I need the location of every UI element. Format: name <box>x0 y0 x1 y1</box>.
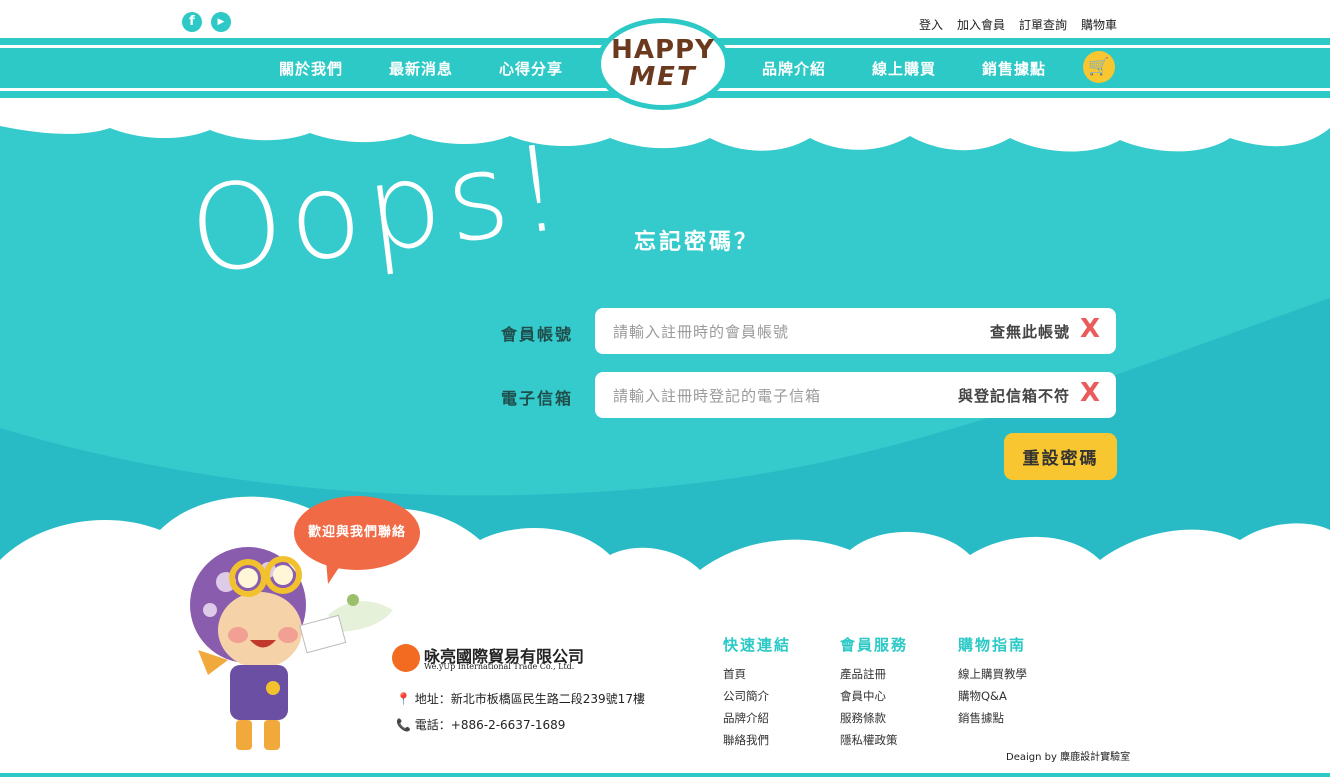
company-english-name: We.yUp International Trade Co., Ltd. <box>424 662 575 671</box>
footer-guide-title: 購物指南 <box>958 636 1027 654</box>
footer-link-buy-guide[interactable]: 線上購買教學 <box>958 666 1027 682</box>
nav-buy-online[interactable]: 線上購買 <box>872 58 936 79</box>
company-address: 📍 地址：新北市板橋區民生路二段239號17樓 <box>396 690 645 707</box>
join-member-link[interactable]: 加入會員 <box>957 16 1005 33</box>
youtube-icon[interactable]: ▶ <box>211 12 231 32</box>
footer-link-terms[interactable]: 服務條款 <box>840 710 886 726</box>
account-error-icon: X <box>1079 314 1100 344</box>
footer-link-home[interactable]: 首頁 <box>723 666 746 682</box>
order-query-link[interactable]: 訂單查詢 <box>1019 16 1067 33</box>
footer-link-product-register[interactable]: 產品註冊 <box>840 666 886 682</box>
email-error: 與登記信箱不符 <box>957 387 1070 405</box>
footer-link-company[interactable]: 公司簡介 <box>723 688 769 704</box>
phone-text: 電話：+886-2-6637-1689 <box>414 718 566 732</box>
contact-speech-bubble: 歡迎與我們聯絡 <box>294 496 420 570</box>
account-label: 會員帳號 <box>501 325 574 344</box>
footer-link-faq[interactable]: 購物Q&A <box>958 688 1007 704</box>
email-input[interactable] <box>611 372 945 420</box>
nav-brand[interactable]: 品牌介紹 <box>762 58 826 79</box>
forgot-password-title: 忘記密碼？ <box>634 230 760 255</box>
logo-line1: HAPPY <box>611 35 715 65</box>
cart-icon[interactable]: 🛒 <box>1083 51 1115 83</box>
footer-quick-title: 快速連結 <box>723 636 792 654</box>
cart-link[interactable]: 購物車 <box>1081 16 1117 33</box>
account-field: 查無此帳號 X <box>595 308 1116 356</box>
nav-about[interactable]: 關於我們 <box>279 58 343 79</box>
footer-link-contact[interactable]: 聯絡我們 <box>723 732 769 748</box>
footer-link-member-center[interactable]: 會員中心 <box>840 688 886 704</box>
logo-line2: MET <box>629 62 697 92</box>
account-input[interactable] <box>611 308 945 356</box>
footer-link-brand[interactable]: 品牌介紹 <box>723 710 769 726</box>
location-pin-icon: 📍 <box>396 692 411 706</box>
mascot-illustration <box>190 547 393 750</box>
account-error: 查無此帳號 <box>989 323 1070 341</box>
top-links: 登入 加入會員 訂單查詢 購物車 <box>919 16 1117 33</box>
footer-link-privacy[interactable]: 隱私權政策 <box>840 732 898 748</box>
design-credit: Deaign by 麋鹿設計實驗室 <box>1006 752 1131 763</box>
bottom-line <box>0 773 1330 777</box>
footer-member-title: 會員服務 <box>840 636 909 654</box>
nav-news[interactable]: 最新消息 <box>389 58 453 79</box>
phone-icon: 📞 <box>396 718 411 732</box>
address-text: 地址：新北市板橋區民生路二段239號17樓 <box>414 692 645 706</box>
nav-sharing[interactable]: 心得分享 <box>499 58 563 79</box>
email-error-icon: X <box>1079 378 1100 408</box>
email-label: 電子信箱 <box>501 389 574 408</box>
happy-met-logo[interactable]: HAPPY MET <box>596 18 730 110</box>
login-link[interactable]: 登入 <box>919 16 943 33</box>
footer-link-stores[interactable]: 銷售據點 <box>958 710 1004 726</box>
reset-password-button[interactable]: 重設密碼 <box>1004 433 1117 480</box>
bubble-tail <box>326 560 344 584</box>
company-logo <box>392 644 420 672</box>
email-field: 與登記信箱不符 X <box>595 372 1116 420</box>
company-phone: 📞 電話：+886-2-6637-1689 <box>396 716 565 733</box>
nav-stores[interactable]: 銷售據點 <box>982 58 1046 79</box>
facebook-icon[interactable]: f <box>182 12 202 32</box>
